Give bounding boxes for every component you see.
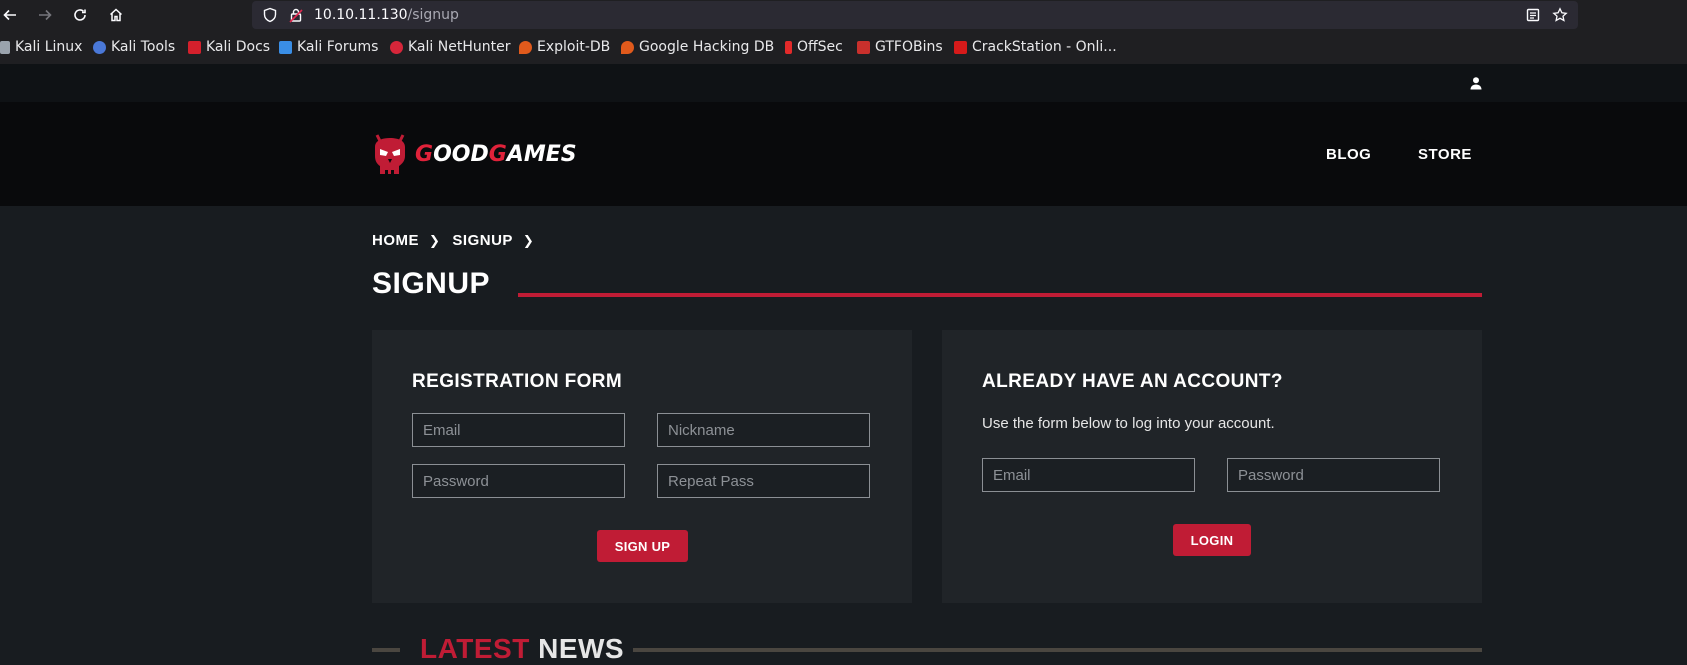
register-nickname-input[interactable] [657,413,870,447]
register-email-input[interactable] [412,413,625,447]
registration-title: REGISTRATION FORM [412,371,623,392]
breadcrumb-signup[interactable]: SIGNUP [452,232,513,249]
nav-blog[interactable]: BLOG [1326,146,1371,163]
bookmark-label: Kali Linux [15,39,83,55]
logo-text-ames: AMES [506,141,577,167]
home-button[interactable] [106,5,126,25]
reload-button[interactable] [70,5,90,25]
kali-forums-icon [279,40,292,54]
bookmark-label: Kali Tools [111,39,176,55]
login-description: Use the form below to log into your acco… [982,415,1275,432]
chevron-right-icon: ❯ [522,232,535,248]
login-password-input[interactable] [1227,458,1440,492]
bookmarks-bar: Kali Linux Kali Tools Kali Docs Kali For… [0,30,1687,65]
bookmark-label: GTFOBins [875,39,943,55]
login-title: ALREADY HAVE AN ACCOUNT? [982,371,1283,392]
home-icon [109,8,123,22]
bookmark-gtfobins[interactable]: GTFOBins [857,39,943,55]
registration-panel: REGISTRATION FORM SIGN UP [372,330,912,603]
forward-arrow-icon [39,9,52,21]
kali-docs-icon [188,40,201,54]
breadcrumb: HOME ❯ SIGNUP ❯ [372,232,546,249]
signup-button[interactable]: SIGN UP [597,530,688,562]
reload-icon [74,9,86,21]
bookmark-offsec[interactable]: OffSec [785,39,843,55]
url-bar[interactable]: 10.10.11.130/signup [252,1,1578,29]
logo-letter-g1: G [415,141,434,167]
bookmark-kali-linux[interactable]: Kali Linux [0,39,82,55]
logo-text-ood: OOD [433,141,489,167]
login-email-input[interactable] [982,458,1195,492]
ghdb-icon [621,40,634,54]
bookmark-crackstation[interactable]: CrackStation - Onli... [954,39,1117,55]
kali-tools-icon [93,40,106,54]
gtfobins-icon [857,40,870,54]
bookmark-label: Exploit-DB [537,39,611,55]
user-icon[interactable] [1469,76,1483,90]
news-title-rest: NEWS [529,633,625,664]
exploit-db-icon [519,40,532,54]
insecure-lock-icon [289,8,303,23]
news-divider-left [372,648,400,652]
chevron-right-icon: ❯ [429,232,441,248]
logo-letter-g2: G [488,141,507,167]
bookmark-label: OffSec [797,39,843,55]
bookmark-google-hacking-db[interactable]: Google Hacking DB [621,39,774,55]
bookmark-label: CrackStation - Onli... [972,39,1117,55]
url-host: 10.10.11.130 [314,7,408,23]
nav-store[interactable]: STORE [1418,146,1472,163]
news-title-accent: LATEST [420,633,530,664]
back-button[interactable] [0,5,20,25]
kali-dragon-icon [0,40,10,54]
site-logo[interactable]: GOODGAMES [371,131,577,177]
bookmark-kali-docs[interactable]: Kali Docs [188,39,270,55]
forward-button[interactable] [35,5,55,25]
crackstation-icon [954,40,967,54]
title-divider [518,293,1482,297]
site-topbar [0,64,1687,102]
url-path: /signup [407,7,459,23]
shield-icon [263,7,277,23]
bookmark-exploit-db[interactable]: Exploit-DB [519,39,610,55]
logo-wordmark: GOODGAMES [415,142,577,167]
news-divider-right [633,648,1482,652]
login-panel: ALREADY HAVE AN ACCOUNT? Use the form be… [942,330,1482,603]
news-title: LATEST NEWS [420,633,624,665]
reader-view-icon[interactable] [1525,7,1541,23]
skull-logo-icon [375,134,405,174]
register-repeat-password-input[interactable] [657,464,870,498]
bookmark-label: Google Hacking DB [639,39,775,55]
bookmark-kali-forums[interactable]: Kali Forums [279,39,378,55]
login-button[interactable]: LOGIN [1173,524,1251,556]
url-text: 10.10.11.130/signup [314,7,459,23]
bookmark-kali-tools[interactable]: Kali Tools [93,39,175,55]
page-title: SIGNUP [372,267,491,300]
browser-toolbar: 10.10.11.130/signup [0,0,1687,30]
bookmark-label: Kali NetHunter [408,39,511,55]
bookmark-label: Kali Docs [206,39,271,55]
offsec-icon [785,40,792,54]
nethunter-icon [390,40,403,54]
bookmark-kali-nethunter[interactable]: Kali NetHunter [390,39,510,55]
breadcrumb-home[interactable]: HOME [372,232,419,249]
register-password-input[interactable] [412,464,625,498]
bookmark-label: Kali Forums [297,39,379,55]
back-arrow-icon [3,9,16,21]
bookmark-star-icon[interactable] [1552,7,1568,23]
